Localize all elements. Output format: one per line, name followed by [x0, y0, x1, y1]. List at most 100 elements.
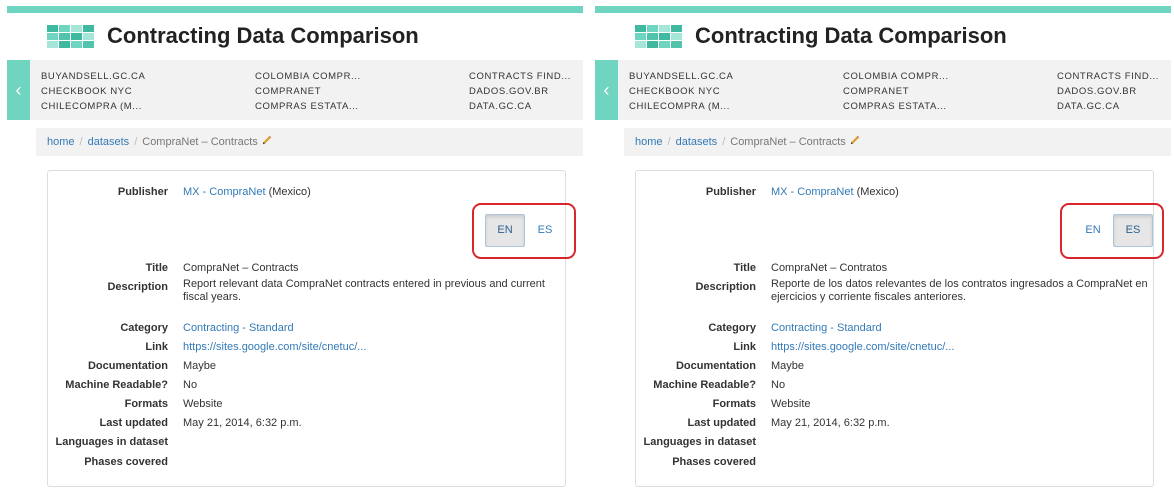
dataset-link[interactable]: BUYANDSELL.GC.CA — [629, 69, 733, 84]
datasets-carousel: ‹ BUYANDSELL.GC.CA CHECKBOOK NYC CHILECOMP… — [595, 60, 1171, 120]
publisher-link[interactable]: MX - CompraNet — [771, 186, 854, 198]
category-label: Category — [708, 322, 756, 334]
dataset-column-3: CONTRACTS FIND... DADOS.GOV.BR DATA.GC.CA — [469, 69, 571, 114]
app-title: Contracting Data Comparison — [107, 23, 419, 48]
panel-es: Contracting Data Comparison ‹ BUYANDSELL… — [588, 0, 1171, 501]
dataset-column-1: BUYANDSELL.GC.CA CHECKBOOK NYC CHILECOMPRA… — [41, 69, 145, 114]
category-link[interactable]: Contracting - Standard — [771, 322, 882, 334]
publisher-country: (Mexico) — [265, 186, 311, 198]
description-value: Reporte de los datos relevantes de los c… — [771, 278, 1148, 303]
title-label: Title — [733, 262, 756, 274]
dataset-link[interactable]: BUYANDSELL.GC.CA — [41, 69, 145, 84]
top-accent-bar — [7, 6, 583, 13]
phases-label: Phases covered — [672, 456, 756, 468]
breadcrumb-current: CompraNet – Contracts — [142, 136, 258, 148]
datasets-carousel: ‹ BUYANDSELL.GC.CA CHECKBOOK NYC CHILECOMP… — [7, 60, 583, 120]
app-logo — [635, 25, 685, 49]
formats-label: Formats — [124, 398, 168, 410]
last-updated-value: May 21, 2014, 6:32 p.m. — [183, 417, 302, 429]
last-updated-label: Last updated — [99, 417, 168, 429]
dataset-link[interactable]: CONTRACTS FIND... — [469, 69, 571, 84]
last-updated-label: Last updated — [687, 417, 756, 429]
publisher-link[interactable]: MX - CompraNet — [183, 186, 266, 198]
dataset-link[interactable]: CHECKBOOK NYC — [41, 84, 145, 99]
publisher-country: (Mexico) — [853, 186, 899, 198]
breadcrumb-separator: / — [134, 136, 138, 148]
machine-readable-label: Machine Readable? — [653, 379, 756, 391]
dataset-link[interactable]: DADOS.GOV.BR — [1057, 84, 1159, 99]
breadcrumb-home-link[interactable]: home — [47, 136, 75, 148]
app-logo — [47, 25, 97, 49]
pencil-icon[interactable] — [261, 135, 272, 146]
dataset-link[interactable]: COMPRANET — [843, 84, 949, 99]
carousel-prev-button[interactable]: ‹ — [595, 60, 618, 120]
dataset-link[interactable]: COLOMBIA COMPR... — [255, 69, 361, 84]
title-label: Title — [145, 262, 168, 274]
languages-label: Languages in dataset — [643, 436, 756, 448]
link-label: Link — [733, 341, 756, 353]
carousel-prev-button[interactable]: ‹ — [7, 60, 30, 120]
machine-readable-value: No — [771, 379, 786, 391]
formats-value: Website — [183, 398, 223, 410]
machine-readable-label: Machine Readable? — [65, 379, 168, 391]
documentation-value: Maybe — [183, 360, 217, 372]
documentation-label: Documentation — [675, 360, 756, 372]
app-title: Contracting Data Comparison — [695, 23, 1007, 48]
category-value: Contracting - Standard — [771, 322, 1155, 335]
phases-label: Phases covered — [84, 456, 168, 468]
dataset-link[interactable]: CONTRACTS FIND... — [1057, 69, 1159, 84]
breadcrumb-home-link[interactable]: home — [635, 136, 663, 148]
category-label: Category — [120, 322, 168, 334]
description-label: Description — [695, 281, 756, 293]
publisher-label: Publisher — [705, 186, 756, 198]
panel-en: Contracting Data Comparison ‹ BUYANDSELL… — [0, 0, 583, 501]
pencil-icon[interactable] — [849, 135, 860, 146]
formats-label: Formats — [712, 398, 756, 410]
description-label: Description — [107, 281, 168, 293]
breadcrumb-datasets-link[interactable]: datasets — [676, 136, 718, 148]
dataset-link[interactable]: DADOS.GOV.BR — [469, 84, 571, 99]
dataset-link[interactable]: DATA.GC.CA — [1057, 99, 1159, 114]
title-value: CompraNet – Contracts — [183, 262, 299, 274]
dataset-link[interactable]: COMPRAS ESTATA... — [255, 99, 361, 114]
dataset-url-link[interactable]: https://sites.google.com/site/cnetuc/... — [183, 341, 366, 353]
dataset-link[interactable]: CHILECOMPRA (M... — [41, 99, 145, 114]
documentation-label: Documentation — [87, 360, 168, 372]
dataset-link[interactable]: COMPRANET — [255, 84, 361, 99]
dataset-link[interactable]: DATA.GC.CA — [469, 99, 571, 114]
breadcrumb: home / datasets / CompraNet – Contracts — [36, 128, 583, 156]
category-value: Contracting - Standard — [183, 322, 567, 335]
description-value: Report relevant data CompraNet contracts… — [183, 278, 545, 303]
formats-value: Website — [771, 398, 811, 410]
dataset-column-2: COLOMBIA COMPR... COMPRANET COMPRAS ESTATA… — [255, 69, 361, 114]
dataset-link[interactable]: COMPRAS ESTATA... — [843, 99, 949, 114]
breadcrumb-datasets-link[interactable]: datasets — [88, 136, 130, 148]
languages-label: Languages in dataset — [55, 436, 168, 448]
category-link[interactable]: Contracting - Standard — [183, 322, 294, 334]
link-value: https://sites.google.com/site/cnetuc/... — [183, 341, 567, 354]
dataset-link[interactable]: CHILECOMPRA (M... — [629, 99, 733, 114]
top-accent-bar — [595, 6, 1171, 13]
breadcrumb-current: CompraNet – Contracts — [730, 136, 846, 148]
publisher-label: Publisher — [117, 186, 168, 198]
annotation-highlight-outline — [472, 203, 576, 259]
breadcrumb-separator: / — [722, 136, 726, 148]
dataset-link[interactable]: COLOMBIA COMPR... — [843, 69, 949, 84]
dataset-link[interactable]: CHECKBOOK NYC — [629, 84, 733, 99]
link-label: Link — [145, 341, 168, 353]
annotation-highlight-outline — [1060, 203, 1164, 259]
publisher-value: MX - CompraNet (Mexico) — [771, 186, 1155, 199]
link-value: https://sites.google.com/site/cnetuc/... — [771, 341, 1155, 354]
dataset-url-link[interactable]: https://sites.google.com/site/cnetuc/... — [771, 341, 954, 353]
title-value: CompraNet – Contratos — [771, 262, 888, 274]
documentation-value: Maybe — [771, 360, 805, 372]
last-updated-value: May 21, 2014, 6:32 p.m. — [771, 417, 890, 429]
publisher-value: MX - CompraNet (Mexico) — [183, 186, 567, 199]
breadcrumb-separator: / — [79, 136, 83, 148]
dataset-column-2: COLOMBIA COMPR... COMPRANET COMPRAS ESTATA… — [843, 69, 949, 114]
machine-readable-value: No — [183, 379, 198, 391]
breadcrumb: home / datasets / CompraNet – Contracts — [624, 128, 1171, 156]
dataset-column-3: CONTRACTS FIND... DADOS.GOV.BR DATA.GC.CA — [1057, 69, 1159, 114]
dataset-column-1: BUYANDSELL.GC.CA CHECKBOOK NYC CHILECOMPRA… — [629, 69, 733, 114]
breadcrumb-separator: / — [667, 136, 671, 148]
